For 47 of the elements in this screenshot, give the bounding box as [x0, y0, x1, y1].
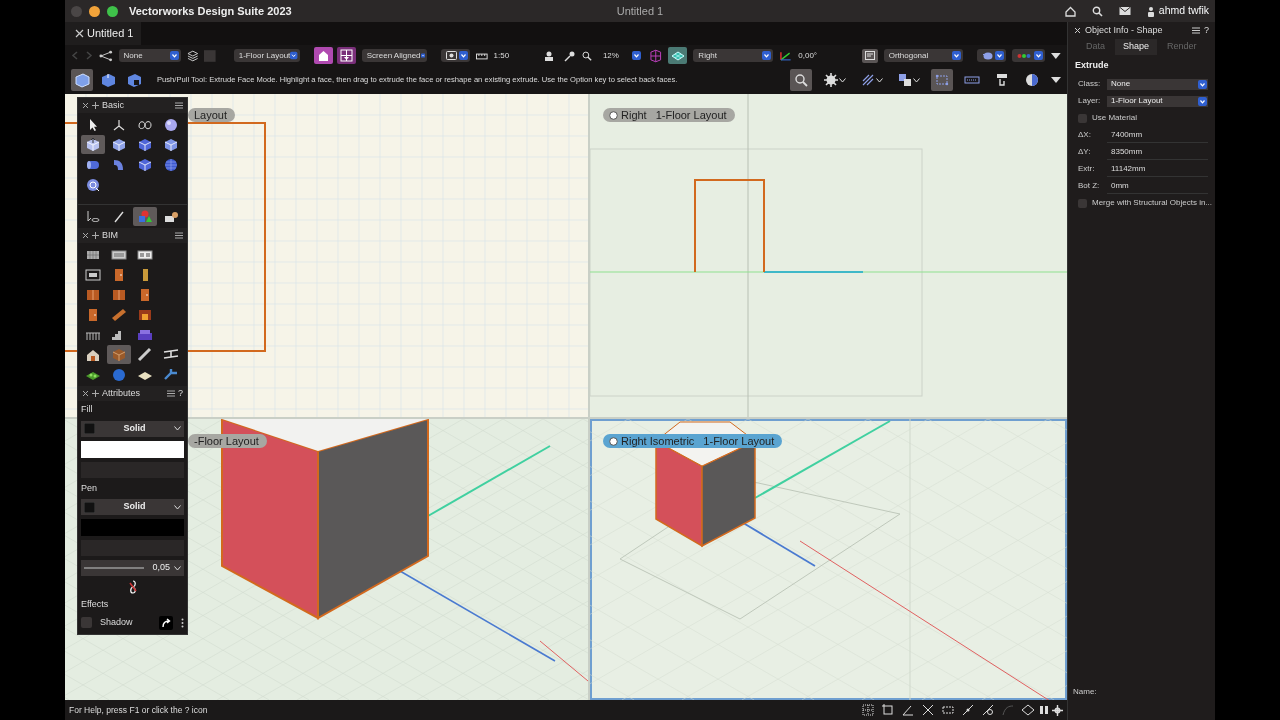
- help-link[interactable]: ?: [178, 386, 183, 401]
- section-label: Pen: [81, 481, 98, 495]
- layer-dropdown[interactable]: 1-Floor Layout: [233, 49, 300, 62]
- document-title: Untitled 1: [615, 3, 665, 19]
- checkbox-label: Use Material: [1092, 112, 1137, 124]
- field-dropdown[interactable]: None: [1107, 78, 1208, 90]
- document-tab[interactable]: Untitled 1: [65, 22, 142, 45]
- viewport-label[interactable]: -Floor Layout: [188, 434, 267, 448]
- help-link[interactable]: ?: [1204, 23, 1209, 38]
- line-weight-dropdown[interactable]: 0,05: [81, 560, 184, 576]
- name-label: Name:: [1073, 685, 1097, 698]
- user-menu[interactable]: ahmd twfik: [1146, 3, 1209, 19]
- checkbox-label: Merge with Structural Objects in...: [1092, 197, 1213, 209]
- class-dropdown[interactable]: None: [118, 49, 181, 62]
- zoom-dropdown[interactable]: 12%: [597, 49, 643, 62]
- viewport-label[interactable]: Right 1-Floor Layout: [603, 108, 735, 122]
- viewport-label[interactable]: Layout: [188, 108, 236, 122]
- value-field[interactable]: 11142mm: [1107, 161, 1208, 177]
- field-label: Extr:: [1078, 163, 1096, 175]
- projection-dropdown[interactable]: Orthogonal: [883, 49, 964, 62]
- field-label: Layer:: [1078, 95, 1102, 107]
- value-field[interactable]: 0mm: [1107, 178, 1208, 194]
- field-label: Class:: [1078, 78, 1102, 90]
- rotation-field[interactable]: 0,00°: [798, 49, 857, 62]
- panel-tab[interactable]: Shape: [1115, 39, 1158, 55]
- palette-title: BIM: [102, 228, 119, 242]
- status-help-text: For Help, press F1 or click the ? icon: [69, 703, 209, 717]
- scale-field[interactable]: 1:50: [493, 49, 531, 62]
- object-type: Extrude: [1074, 59, 1110, 72]
- field-dropdown[interactable]: 1-Floor Layout: [1107, 95, 1208, 107]
- panel-title: Object Info - Shape: [1085, 23, 1164, 37]
- field-label: Bot Z:: [1078, 180, 1101, 192]
- shadow-label: Shadow: [100, 615, 134, 629]
- section-label: Effects: [81, 598, 110, 611]
- view-dropdown[interactable]: Right: [693, 49, 773, 62]
- section-label: Fill: [81, 403, 94, 416]
- working-plane-dropdown[interactable]: Screen Aligned: [361, 49, 427, 62]
- palette-title: Basic: [102, 98, 125, 112]
- value-field[interactable]: 8350mm: [1107, 144, 1208, 160]
- app-title: Vectorworks Design Suite 2023: [129, 3, 292, 19]
- palette-title: Attributes: [102, 386, 142, 400]
- field-label: ΔY:: [1078, 146, 1092, 158]
- fill-style-dropdown[interactable]: Solid: [81, 420, 184, 437]
- viewport-label[interactable]: Right Isometric 1-Floor Layout: [603, 434, 783, 448]
- pen-style-dropdown[interactable]: Solid: [81, 499, 184, 515]
- value-field[interactable]: 7400mm: [1107, 127, 1208, 143]
- field-label: ΔX:: [1078, 129, 1092, 141]
